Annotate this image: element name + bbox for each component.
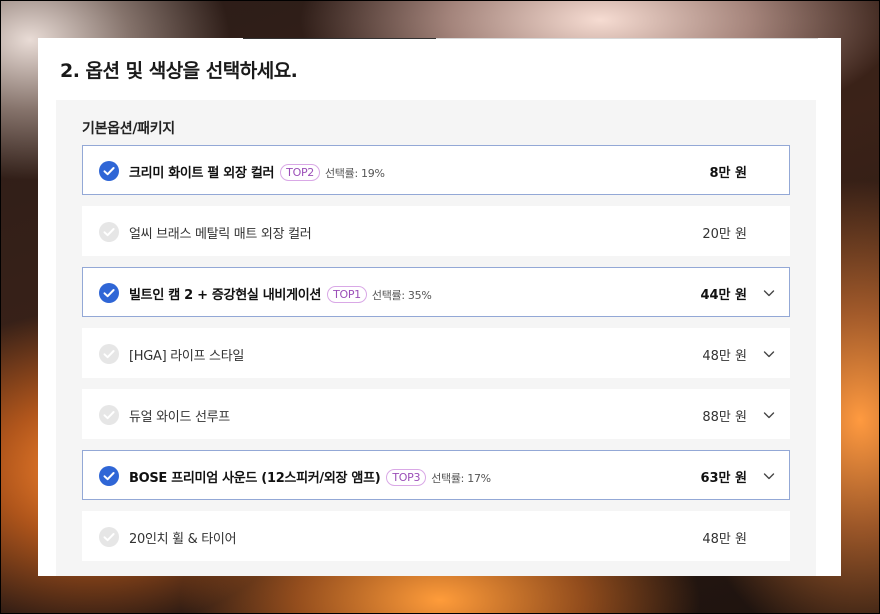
option-name: 빌트인 캠 2 + 증강현실 내비게이션 — [129, 288, 322, 303]
option-row[interactable]: 20인치 휠 & 타이어 48만 원 — [82, 511, 790, 561]
check-icon[interactable] — [99, 527, 119, 547]
chevron-down-icon[interactable] — [763, 287, 775, 299]
option-name: [HGA] 라이프 스타일 — [129, 349, 245, 364]
options-panel: 2. 옵션 및 색상을 선택하세요. 기본옵션/패키지 크리미 화이트 펄 외장… — [38, 38, 841, 576]
option-name: 얼씨 브래스 메탈릭 매트 외장 컬러 — [129, 227, 312, 242]
rank-badge: TOP1 — [327, 286, 367, 303]
chevron-down-icon[interactable] — [763, 470, 775, 482]
chevron-down-icon[interactable] — [763, 348, 775, 360]
rank-badge: TOP3 — [386, 469, 427, 486]
check-icon[interactable] — [99, 283, 119, 303]
check-icon[interactable] — [99, 405, 119, 425]
option-row[interactable]: 듀얼 와이드 선루프 88만 원 — [82, 389, 790, 439]
option-price: 88만 원 — [702, 410, 747, 425]
check-icon[interactable] — [99, 222, 119, 242]
chevron-down-icon[interactable] — [763, 409, 775, 421]
check-icon[interactable] — [99, 466, 119, 486]
option-row[interactable]: 빌트인 캠 2 + 증강현실 내비게이션 TOP1 선택률: 35% 44만 원 — [82, 267, 790, 317]
option-price: 63만 원 — [700, 471, 747, 486]
selection-rate: 선택률: 17% — [431, 472, 491, 485]
check-icon[interactable] — [99, 161, 119, 181]
option-price: 8만 원 — [709, 166, 748, 181]
divider-active — [243, 38, 436, 39]
option-row[interactable]: 얼씨 브래스 메탈릭 매트 외장 컬러 20만 원 — [82, 206, 790, 256]
option-price: 48만 원 — [702, 349, 747, 364]
option-price: 20만 원 — [702, 227, 747, 242]
option-price: 44만 원 — [700, 288, 747, 303]
section-title: 2. 옵션 및 색상을 선택하세요. — [60, 60, 298, 82]
selection-rate: 선택률: 19% — [324, 167, 385, 180]
option-name: 듀얼 와이드 선루프 — [129, 410, 230, 425]
option-price: 48만 원 — [702, 532, 747, 547]
option-name: 20인치 휠 & 타이어 — [129, 532, 237, 547]
option-name: 크리미 화이트 펄 외장 컬러 — [129, 166, 275, 181]
option-row[interactable]: BOSE 프리미엄 사운드 (12스피커/외장 앰프) TOP3 선택률: 17% … — [82, 450, 790, 500]
rank-badge: TOP2 — [280, 164, 320, 181]
options-group: 기본옵션/패키지 크리미 화이트 펄 외장 컬러 TOP2 선택률: 19% 8만 … — [56, 100, 816, 576]
option-row[interactable]: 크리미 화이트 펄 외장 컬러 TOP2 선택률: 19% 8만 원 — [82, 145, 790, 195]
option-row[interactable]: [HGA] 라이프 스타일 48만 원 — [82, 328, 790, 378]
group-label: 기본옵션/패키지 — [82, 121, 175, 137]
option-name: BOSE 프리미엄 사운드 (12스피커/외장 앰프) — [129, 471, 381, 486]
check-icon[interactable] — [99, 344, 119, 364]
selection-rate: 선택률: 35% — [371, 289, 432, 302]
